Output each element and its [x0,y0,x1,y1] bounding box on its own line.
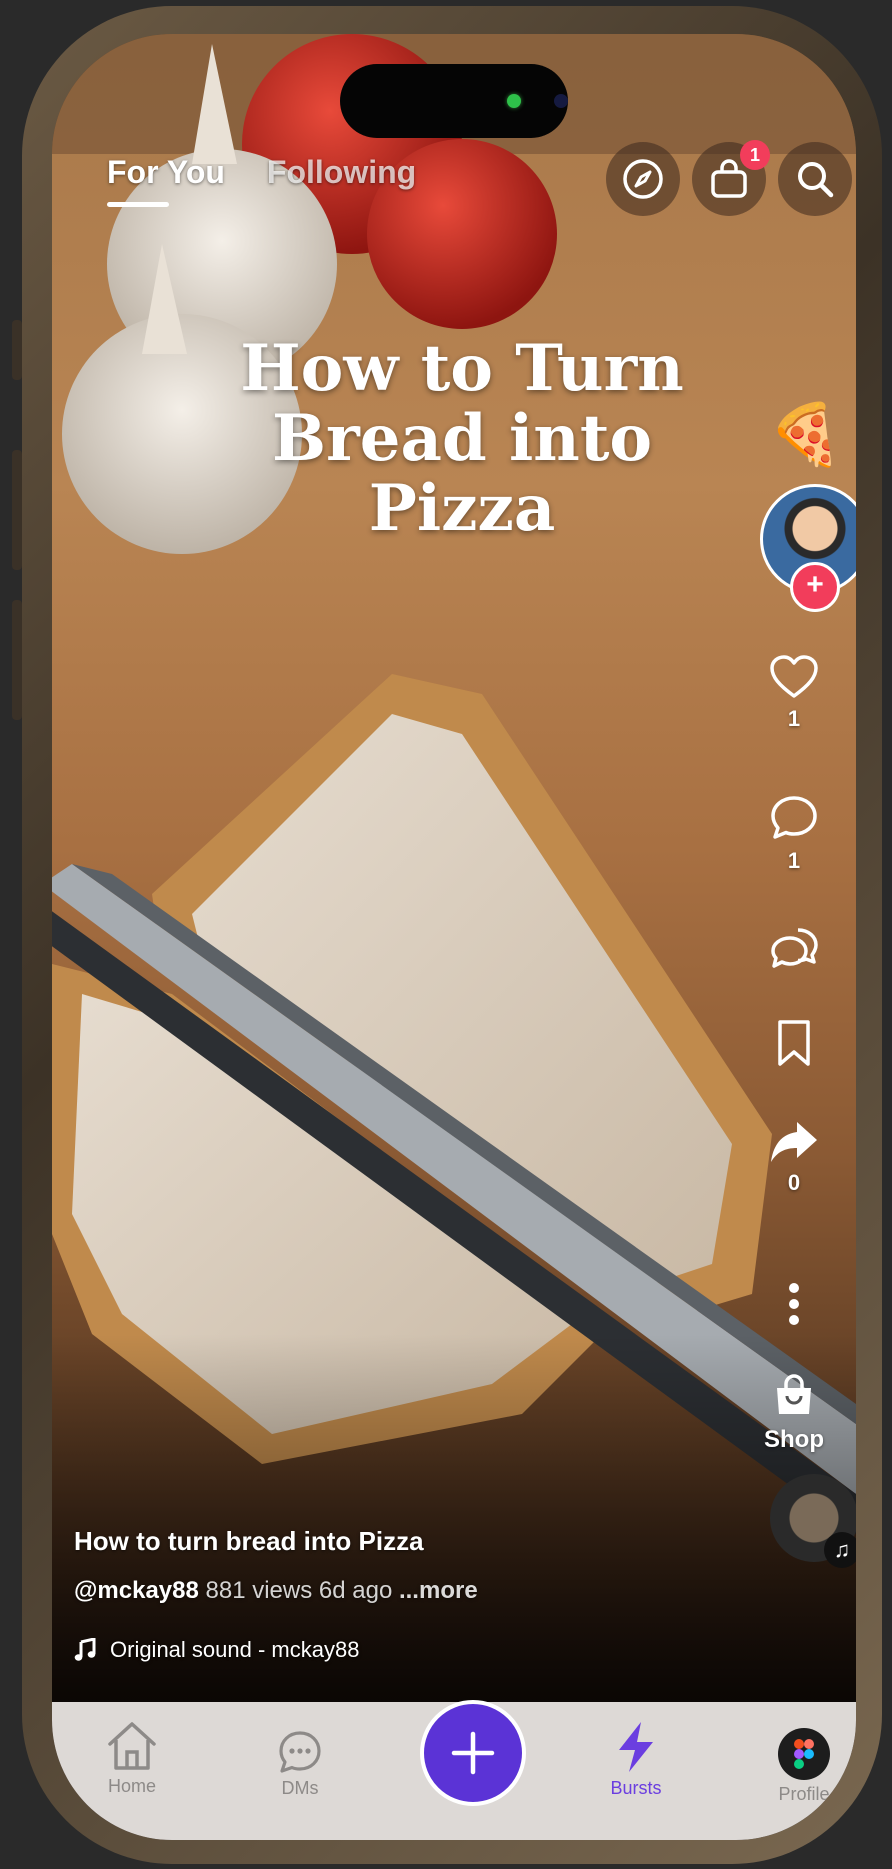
search-button[interactable] [778,142,852,216]
sound-label: Original sound - mckay88 [110,1637,360,1662]
compass-icon [623,159,663,199]
share-count: 0 [787,1170,801,1195]
caption-title: How to turn bread into Pizza [74,1526,424,1556]
figma-icon [778,1728,830,1780]
plus-icon [451,1731,495,1775]
tab-for-you[interactable]: For You [107,154,225,207]
follow-button[interactable]: + [790,562,840,612]
explore-button[interactable] [606,142,680,216]
dynamic-island [340,64,568,138]
nav-home-label: Home [107,1776,156,1796]
feed-tabs: For You Following [107,154,416,207]
share-button[interactable]: 0 [732,1120,856,1196]
side-button [12,320,22,380]
shop-label: Shop [764,1426,824,1453]
search-icon [798,162,834,198]
more-options-button[interactable] [732,1282,856,1326]
camera-indicator [507,94,521,108]
camera-lens [554,94,568,108]
creator-handle[interactable]: @mckay88 [74,1577,199,1604]
bolt-icon [619,1722,653,1772]
tab-following-label: Following [266,154,417,190]
tab-for-you-label: For You [107,154,225,190]
side-button [12,600,22,720]
bookmark-icon [778,1020,810,1066]
shop-bag-icon [777,1374,811,1414]
nav-dms-label: DMs [281,1778,319,1798]
cart-button[interactable]: 1 [692,140,770,216]
figma-logo [794,1739,814,1769]
nav-profile-label: Profile [778,1784,830,1804]
chat-bubbles-icon [771,928,818,968]
side-button [12,450,22,570]
like-button[interactable]: 1 [732,654,856,732]
more-link[interactable]: ...more [399,1577,478,1604]
comment-count: 1 [787,848,801,873]
nav-profile[interactable]: Profile [744,1728,856,1805]
shop-button[interactable]: Shop [732,1374,856,1454]
nav-home[interactable]: Home [72,1720,192,1797]
heart-icon [770,655,818,698]
bottom-navigation: Home DMs Bursts Profile [52,1700,856,1840]
headline-line-1: How to Turn [240,331,684,406]
bookmark-button[interactable] [732,1018,856,1068]
headline-line-2: Bread into Pizza [271,401,653,546]
music-note-icon [74,1638,96,1661]
cart-badge: 1 [740,140,770,170]
chat-icon [279,1731,321,1773]
video-headline: How to Turn Bread into Pizza [182,334,742,544]
tab-following[interactable]: Following [267,154,416,191]
music-note-icon: ♫ [824,1532,856,1568]
pizza-emoji: 🍕 [768,401,843,468]
nav-bursts[interactable]: Bursts [576,1720,696,1799]
nav-bursts-label: Bursts [610,1778,662,1798]
screen: For You Following 1 How to Turn Bread in… [52,34,856,1840]
video-caption: How to turn bread into Pizza @mckay88 88… [74,1526,478,1605]
comment-button[interactable]: 1 [732,794,856,874]
sound-info[interactable]: Original sound - mckay88 [74,1637,359,1663]
caption-meta: @mckay88 881 views 6d ago ...more [74,1577,478,1605]
create-button[interactable] [420,1700,526,1806]
home-icon [108,1722,156,1770]
share-arrow-icon [771,1122,817,1162]
nav-dms[interactable]: DMs [240,1730,360,1799]
video-stats: 881 views 6d ago [205,1577,393,1604]
reply-button[interactable] [732,924,856,972]
active-tab-indicator [107,202,169,207]
like-count: 1 [787,706,801,731]
more-vertical-icon [789,1283,799,1325]
comment-icon [771,796,817,839]
